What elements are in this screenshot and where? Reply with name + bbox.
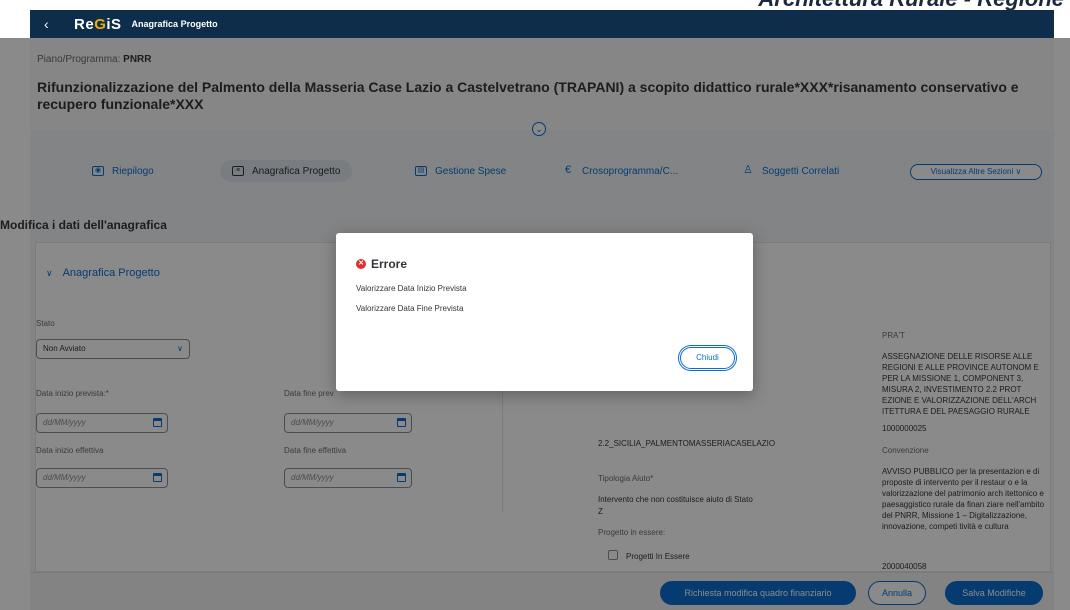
logo-part-a: Re	[74, 15, 95, 33]
error-message-1: Valorizzare Data Inizio Prevista	[356, 284, 467, 293]
shell-title: Anagrafica Progetto	[131, 19, 218, 29]
shell-bar: ‹ ReGiS Anagrafica Progetto	[30, 10, 1054, 38]
error-icon: ✕	[356, 259, 366, 269]
regis-logo[interactable]: ReGiS	[74, 16, 122, 33]
dialog-title-text: Errore	[371, 257, 408, 271]
top-banner-text: Architettura Rurale - Regione	[758, 0, 1064, 10]
chevron-left-icon[interactable]: ‹	[44, 16, 64, 32]
dialog-title: ✕ Errore	[356, 257, 407, 271]
logo-part-c: iS	[106, 15, 122, 33]
logo-part-b: G	[94, 15, 107, 33]
top-banner: Architettura Rurale - Regione	[0, 0, 1070, 10]
error-dialog: ✕ Errore Valorizzare Data Inizio Previst…	[336, 233, 753, 391]
chiudi-button[interactable]: Chiudi	[680, 347, 735, 369]
error-message-2: Valorizzare Data Fine Prevista	[356, 304, 464, 313]
